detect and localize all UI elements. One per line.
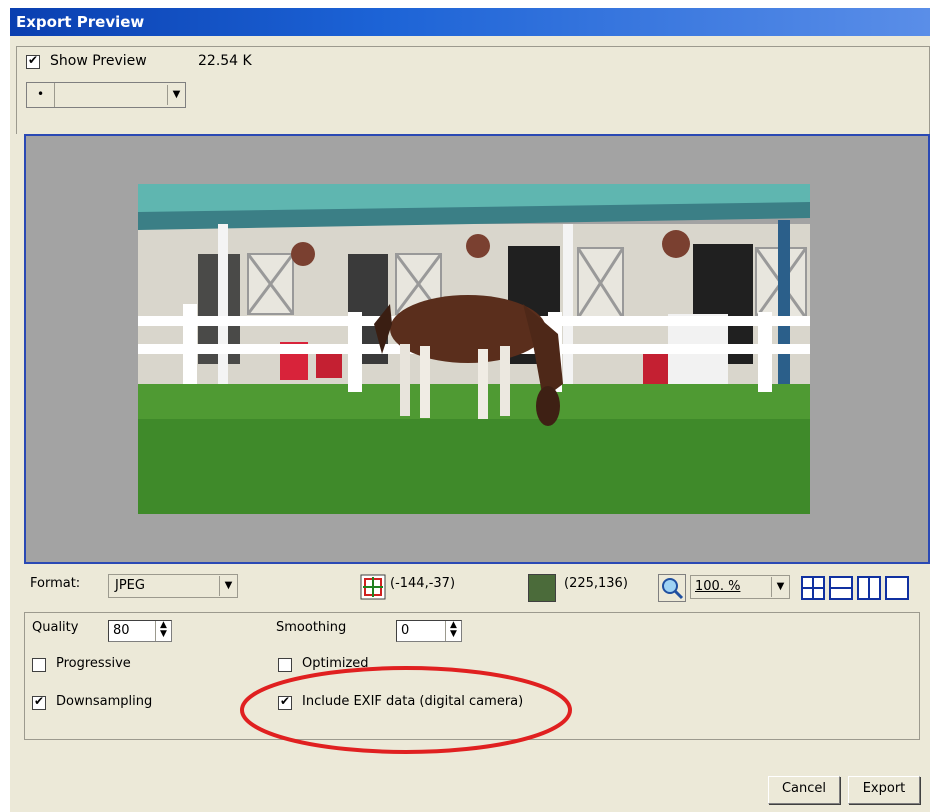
- export-preview-window: Export Preview Show Preview 22.54 K • ▼: [10, 8, 930, 812]
- export-button[interactable]: Export: [848, 776, 920, 804]
- format-value: JPEG: [115, 578, 145, 593]
- view-single-icon[interactable]: [884, 575, 910, 601]
- color-coords: (225,136): [564, 576, 628, 591]
- zoom-select[interactable]: 100. % ▼: [690, 575, 790, 599]
- chevron-down-icon[interactable]: ▼: [771, 577, 789, 597]
- chevron-down-icon[interactable]: ▼: [219, 576, 237, 596]
- smoothing-value: 0: [401, 623, 410, 638]
- downsampling-label: Downsampling: [56, 694, 153, 709]
- format-select[interactable]: JPEG ▼: [108, 574, 238, 598]
- chevron-down-icon[interactable]: ▼: [167, 85, 185, 105]
- file-size: 22.54 K: [198, 53, 252, 69]
- cursor-coords: (-144,-37): [390, 576, 456, 591]
- preview-image: [138, 184, 810, 514]
- show-preview-checkbox[interactable]: [26, 53, 40, 69]
- smoothing-label: Smoothing: [276, 620, 347, 635]
- show-preview-label: Show Preview: [50, 53, 147, 69]
- smoothing-input[interactable]: 0 ▲ ▼: [396, 620, 462, 642]
- crop-icon[interactable]: [360, 574, 386, 600]
- sample-color-swatch: [528, 574, 556, 602]
- magnifier-icon[interactable]: [658, 574, 686, 602]
- highlight-ellipse: [240, 666, 572, 754]
- progressive-label: Progressive: [56, 656, 131, 671]
- preview-area[interactable]: [24, 134, 930, 564]
- progressive-checkbox[interactable]: [32, 658, 46, 672]
- preset-field: [57, 83, 165, 107]
- view-split-horizontal-icon[interactable]: [828, 575, 854, 601]
- preset-selector[interactable]: • ▼: [26, 82, 186, 108]
- quality-value: 80: [113, 623, 130, 638]
- smoothing-stepper[interactable]: ▲ ▼: [445, 621, 461, 641]
- quality-stepper[interactable]: ▲ ▼: [155, 621, 171, 641]
- downsampling-checkbox[interactable]: [32, 694, 46, 710]
- zoom-value: 100. %: [695, 579, 741, 594]
- format-label: Format:: [30, 576, 81, 591]
- view-grid-icon[interactable]: [800, 575, 826, 601]
- preset-dot-button[interactable]: •: [27, 83, 55, 107]
- quality-label: Quality: [32, 620, 79, 635]
- view-split-vertical-icon[interactable]: [856, 575, 882, 601]
- quality-input[interactable]: 80 ▲ ▼: [108, 620, 172, 642]
- cancel-button[interactable]: Cancel: [768, 776, 840, 804]
- title-bar: Export Preview: [10, 8, 930, 36]
